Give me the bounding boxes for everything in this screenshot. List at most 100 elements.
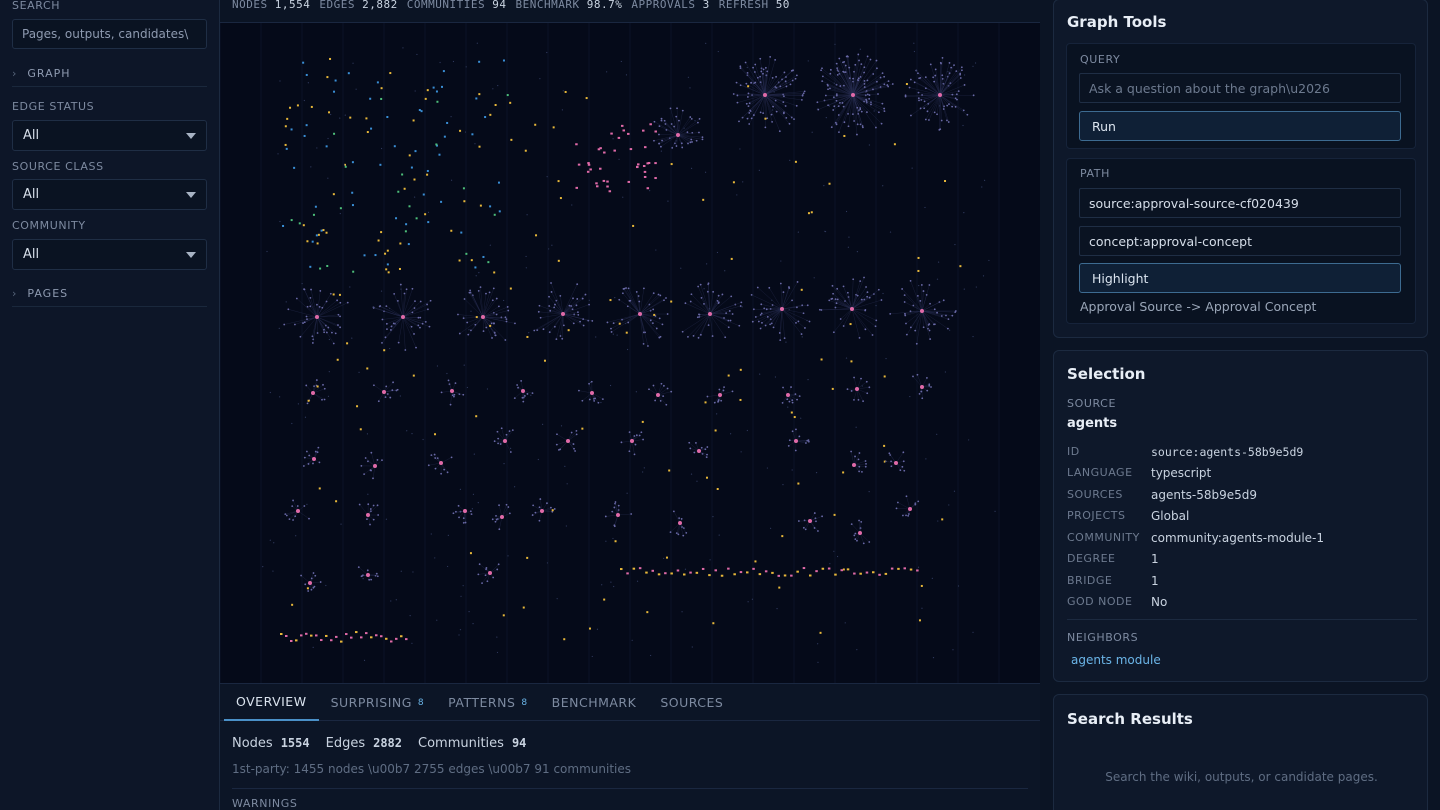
graph-node[interactable] <box>575 430 578 432</box>
graph-node[interactable] <box>916 294 919 297</box>
graph-hub-node[interactable] <box>296 509 300 513</box>
graph-edge[interactable] <box>910 280 923 312</box>
graph-node[interactable] <box>942 299 945 302</box>
graph-node[interactable] <box>377 514 380 516</box>
graph-node[interactable] <box>905 333 908 336</box>
graph-edge[interactable] <box>851 308 860 338</box>
graph-node[interactable] <box>370 636 373 639</box>
graph-node[interactable] <box>563 638 566 641</box>
graph-node[interactable] <box>493 440 496 443</box>
graph-node[interactable] <box>668 469 671 472</box>
graph-node[interactable] <box>766 315 769 318</box>
graph-node[interactable] <box>933 308 936 311</box>
graph-node[interactable] <box>404 230 407 233</box>
graph-node[interactable] <box>316 242 319 245</box>
graph-node[interactable] <box>764 126 767 129</box>
graph-node[interactable] <box>911 167 913 169</box>
graph-hub-node[interactable] <box>920 309 924 313</box>
graph-node[interactable] <box>572 322 575 325</box>
graph-node[interactable] <box>846 388 849 391</box>
graph-node[interactable] <box>488 291 491 294</box>
graph-node[interactable] <box>632 224 635 227</box>
graph-node[interactable] <box>657 293 660 296</box>
graph-node[interactable] <box>344 165 347 168</box>
graph-node[interactable] <box>336 358 339 361</box>
graph-node[interactable] <box>932 76 935 79</box>
graph-node[interactable] <box>860 298 863 301</box>
graph-node[interactable] <box>941 518 944 521</box>
graph-node[interactable] <box>635 391 637 393</box>
graph-node[interactable] <box>711 335 714 337</box>
graph-node[interactable] <box>675 115 678 118</box>
graph-node[interactable] <box>907 513 910 515</box>
graph-node[interactable] <box>696 316 699 319</box>
graph-node[interactable] <box>603 151 606 154</box>
graph-node[interactable] <box>465 252 468 255</box>
graph-node[interactable] <box>502 614 505 617</box>
graph-node[interactable] <box>905 495 908 498</box>
graph-node[interactable] <box>450 229 453 232</box>
graph-node[interactable] <box>369 508 372 510</box>
graph-node[interactable] <box>538 304 541 307</box>
graph-node[interactable] <box>365 632 368 635</box>
graph-node[interactable] <box>842 471 845 474</box>
graph-node[interactable] <box>412 119 415 122</box>
graph-node[interactable] <box>714 429 717 432</box>
graph-node[interactable] <box>422 193 425 196</box>
graph-edge[interactable] <box>709 313 729 328</box>
graph-node[interactable] <box>789 159 791 162</box>
graph-node[interactable] <box>542 423 544 426</box>
graph-node[interactable] <box>335 500 338 503</box>
graph-edge[interactable] <box>450 390 453 405</box>
graph-node[interactable] <box>334 79 337 82</box>
graph-node[interactable] <box>585 97 588 100</box>
graph-node[interactable] <box>492 576 495 579</box>
graph-node[interactable] <box>525 267 527 269</box>
graph-node[interactable] <box>732 181 735 184</box>
graph-node[interactable] <box>766 70 769 73</box>
graph-node[interactable] <box>520 379 523 382</box>
graph-node[interactable] <box>821 515 824 518</box>
graph-node[interactable] <box>950 66 953 69</box>
graph-node[interactable] <box>827 88 829 91</box>
graph-node[interactable] <box>494 520 497 523</box>
graph-node[interactable] <box>687 142 689 145</box>
graph-node[interactable] <box>813 277 815 279</box>
graph-node[interactable] <box>389 307 391 309</box>
graph-node[interactable] <box>670 123 673 125</box>
graph-node[interactable] <box>917 91 920 94</box>
graph-node[interactable] <box>603 598 606 601</box>
graph-node[interactable] <box>858 452 861 454</box>
graph-node[interactable] <box>262 566 264 568</box>
graph-node[interactable] <box>475 97 478 100</box>
graph-node[interactable] <box>916 373 919 376</box>
graph-node[interactable] <box>369 523 371 526</box>
graph-node[interactable] <box>272 570 274 572</box>
graph-node[interactable] <box>690 473 693 475</box>
graph-edge[interactable] <box>639 288 645 315</box>
graph-edge[interactable] <box>697 286 711 315</box>
graph-node[interactable] <box>836 555 839 558</box>
graph-node[interactable] <box>485 326 488 329</box>
graph-node[interactable] <box>866 392 869 395</box>
graph-node[interactable] <box>508 430 511 433</box>
graph-node[interactable] <box>637 163 640 166</box>
graph-node[interactable] <box>919 300 922 302</box>
graph-node[interactable] <box>747 105 750 108</box>
graph-node[interactable] <box>370 451 373 454</box>
graph-node[interactable] <box>642 342 645 345</box>
graph-node[interactable] <box>538 519 541 522</box>
graph-node[interactable] <box>724 336 727 339</box>
graph-node[interactable] <box>835 302 838 305</box>
graph-node[interactable] <box>436 100 439 103</box>
graph-hub-node[interactable] <box>481 315 485 319</box>
graph-edge[interactable] <box>613 313 641 324</box>
graph-node[interactable] <box>807 439 810 442</box>
graph-node[interactable] <box>640 431 643 434</box>
graph-edge[interactable] <box>745 62 766 96</box>
graph-node[interactable] <box>651 569 655 572</box>
graph-node[interactable] <box>336 299 339 302</box>
graph-node[interactable] <box>863 79 866 82</box>
graph-node[interactable] <box>414 150 417 153</box>
graph-node[interactable] <box>595 182 598 185</box>
